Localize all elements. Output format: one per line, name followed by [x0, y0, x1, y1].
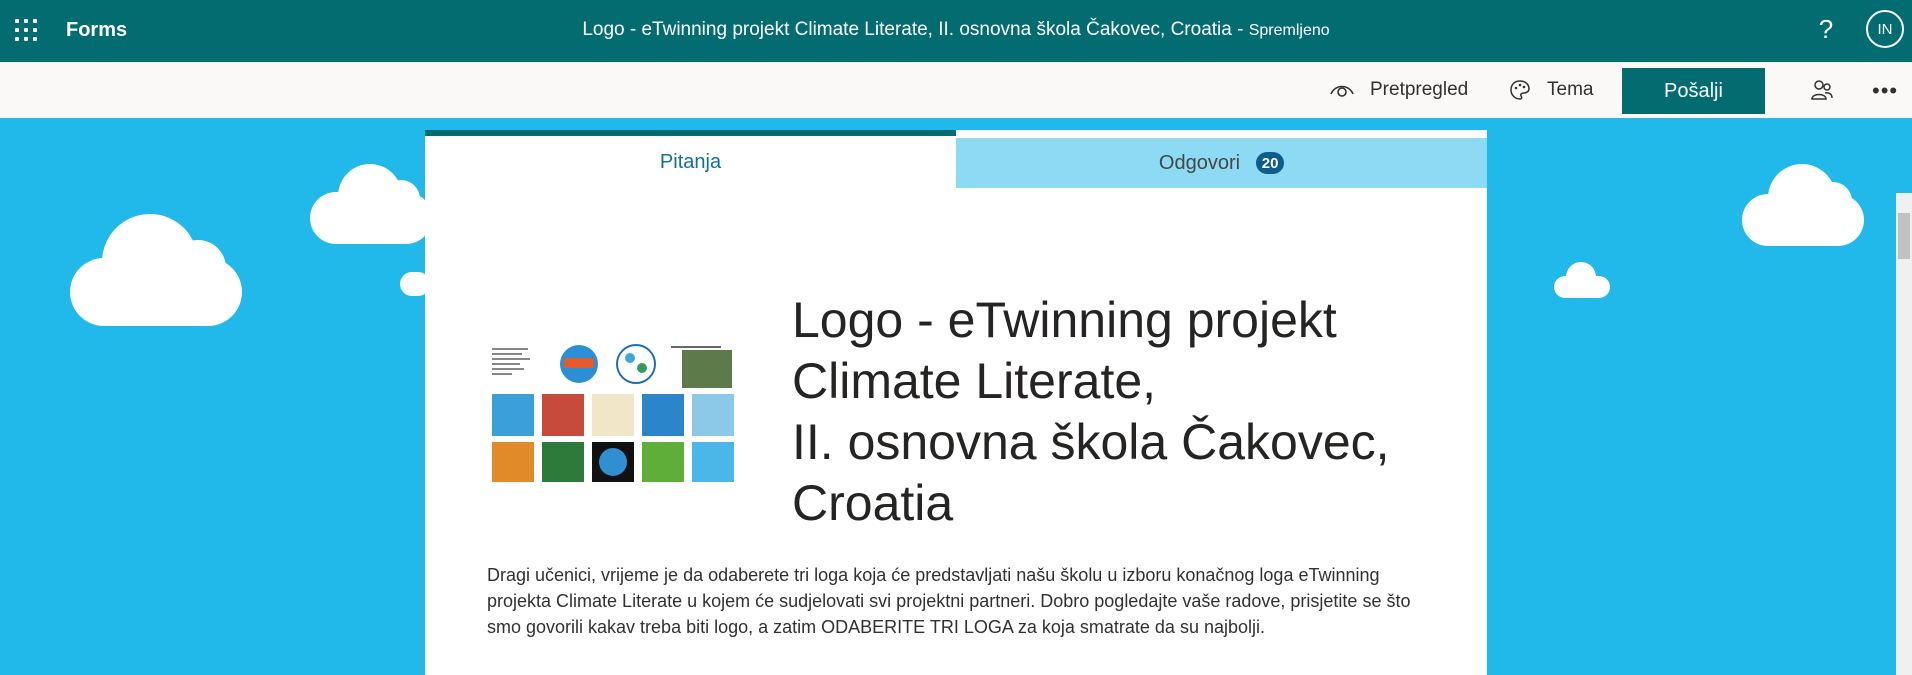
form-title-line: Climate Literate,	[792, 353, 1157, 409]
cloud-decoration	[310, 164, 432, 244]
preview-label: Pretpregled	[1370, 79, 1469, 100]
scrollbar[interactable]	[1896, 193, 1912, 675]
send-button[interactable]: Pošalji	[1622, 68, 1765, 114]
top-bar: Forms Logo - eTwinning projekt Climate L…	[0, 0, 1912, 62]
tab-responses[interactable]: Odgovori 20	[956, 138, 1487, 188]
tab-questions[interactable]: Pitanja	[425, 136, 956, 188]
more-options-icon[interactable]: •••	[1872, 78, 1898, 104]
preview-button[interactable]: Pretpregled	[1330, 62, 1468, 118]
form-title-line: Logo - eTwinning projekt	[792, 292, 1337, 348]
cloud-decoration	[70, 214, 242, 326]
document-title-text[interactable]: Logo - eTwinning projekt Climate Literat…	[582, 19, 1232, 40]
avatar[interactable]: IN	[1866, 10, 1904, 48]
document-title[interactable]: Logo - eTwinning projekt Climate Literat…	[0, 19, 1912, 41]
logo-collage-image	[490, 344, 735, 484]
save-status: Spremljeno	[1248, 22, 1330, 39]
theme-label: Tema	[1547, 79, 1594, 100]
form-description[interactable]: Dragi učenici, vrijeme je da odaberete t…	[487, 562, 1447, 640]
tab-questions-label: Pitanja	[659, 150, 722, 173]
collaborate-icon[interactable]	[1810, 78, 1834, 102]
form-title[interactable]: Logo - eTwinning projekt Climate Literat…	[792, 290, 1452, 534]
palette-icon	[1510, 80, 1530, 100]
form-title-line: Croatia	[792, 475, 954, 531]
title-separator: -	[1231, 19, 1249, 40]
help-icon[interactable]: ?	[1815, 14, 1837, 45]
form-card: Pitanja Odgovori 20 Logo - eTwinning pro…	[425, 130, 1487, 675]
tab-responses-label: Odgovori	[1158, 151, 1241, 174]
command-bar: Pretpregled Tema Pošalji •••	[0, 62, 1912, 118]
eye-icon	[1330, 85, 1354, 97]
cloud-decoration	[1554, 262, 1610, 298]
theme-button[interactable]: Tema	[1509, 62, 1593, 118]
scrollbar-thumb[interactable]	[1898, 213, 1910, 259]
cloud-decoration	[1742, 164, 1864, 246]
response-count-badge: 20	[1256, 152, 1285, 174]
form-title-line: II. osnovna škola Čakovec,	[792, 414, 1390, 470]
